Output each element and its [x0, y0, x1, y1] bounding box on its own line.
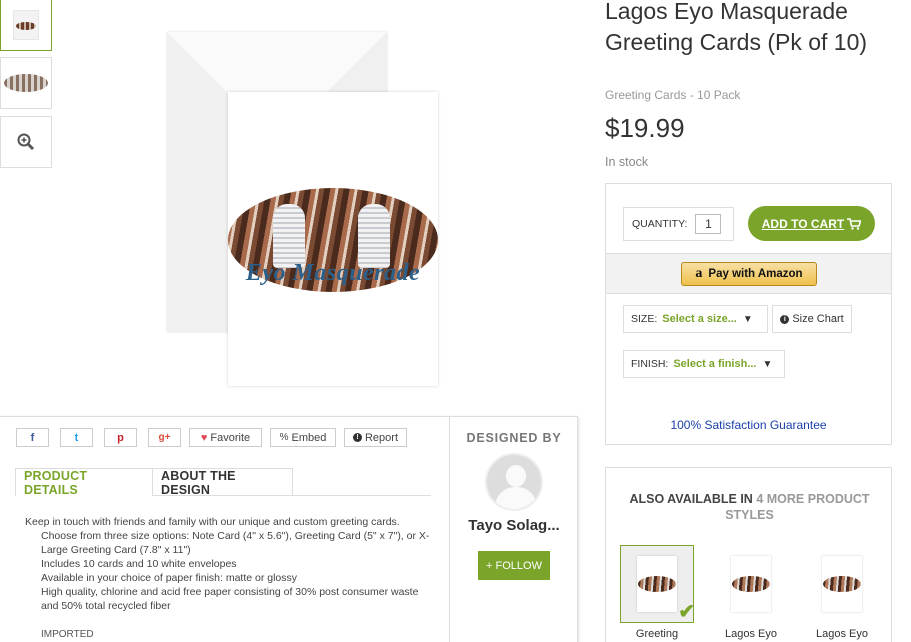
thumbnail-oval-image — [4, 74, 48, 92]
style-label[interactable]: Lagos Eyo — [797, 628, 887, 640]
favorite-button[interactable]: ♥ Favorite — [189, 428, 262, 447]
style-label[interactable]: Greeting — [612, 628, 702, 640]
description-bullet: Available in your choice of paper finish… — [41, 572, 298, 584]
report-button[interactable]: ! Report — [344, 428, 407, 447]
description-bullet: High quality, chlorine and acid free pap… — [41, 586, 419, 612]
also-available-title: ALSO AVAILABLE IN 4 MORE PRODUCT STYLES — [616, 491, 883, 523]
google-plus-icon: g+ — [158, 432, 171, 443]
imported-label: IMPORTED — [41, 629, 94, 640]
tab-about-design[interactable]: ABOUT THE DESIGN — [152, 468, 293, 497]
size-chart-label: Size Chart — [792, 313, 844, 325]
checkmark-icon: ✔ — [678, 601, 695, 623]
amazon-pay-strip: a Pay with Amazon — [606, 253, 891, 294]
style-option-3[interactable] — [805, 545, 879, 623]
info-icon: i — [780, 314, 790, 324]
facebook-icon: f — [30, 431, 35, 444]
buy-box: QUANTITY: 1 ADD TO CART a Pay with Amazo… — [605, 183, 892, 445]
size-label: SIZE: — [631, 313, 658, 325]
product-description: Keep in touch with friends and family wi… — [25, 515, 435, 613]
product-main-image[interactable]: Eyo Masquerade — [228, 92, 438, 386]
amazon-logo-icon: a — [695, 266, 703, 281]
embed-label: Embed — [291, 431, 327, 444]
twitter-icon: t — [74, 431, 79, 444]
thumbnail-oval[interactable] — [0, 57, 52, 109]
product-subtitle: Greeting Cards - 10 Pack — [605, 88, 741, 102]
embed-button[interactable]: % Embed — [270, 428, 336, 447]
heart-icon: ♥ — [200, 431, 208, 444]
add-to-cart-label: ADD TO CART — [761, 216, 845, 231]
style-label[interactable]: Lagos Eyo — [706, 628, 796, 640]
satisfaction-guarantee-link[interactable]: 100% Satisfaction Guarantee — [606, 418, 891, 432]
style-option-greeting[interactable]: ✔ — [620, 545, 695, 623]
cart-icon — [847, 217, 862, 230]
pinterest-icon: p — [117, 431, 124, 444]
card-artwork-text: Eyo Masquerade — [245, 260, 421, 286]
avatar[interactable] — [485, 453, 543, 511]
size-select[interactable]: SIZE: Select a size... ▼ — [623, 305, 768, 333]
finish-label: FINISH: — [631, 358, 669, 370]
finish-select[interactable]: FINISH: Select a finish... ▼ — [623, 350, 785, 378]
add-to-cart-button[interactable]: ADD TO CART — [748, 206, 875, 241]
zoom-button[interactable] — [0, 116, 52, 168]
thumbnail-front[interactable] — [0, 0, 52, 51]
thumbnail-card-image — [13, 10, 39, 40]
description-bullet: Includes 10 cards and 10 white envelopes — [41, 558, 237, 570]
favorite-label: Favorite — [210, 431, 251, 444]
chevron-down-icon: ▼ — [742, 313, 753, 325]
quantity-input[interactable]: 1 — [695, 214, 722, 234]
tab-product-details[interactable]: PRODUCT DETAILS — [15, 468, 153, 497]
quantity-control: QUANTITY: 1 — [623, 207, 734, 241]
alert-icon: ! — [352, 433, 362, 442]
also-available-prefix: ALSO AVAILABLE IN — [629, 492, 753, 506]
details-panel: f t p g+ ♥ Favorite % Embed ! Report PRO… — [0, 416, 578, 642]
designer-box: DESIGNED BY Tayo Solag... + FOLLOW — [449, 417, 577, 642]
quantity-label: QUANTITY: — [632, 218, 688, 230]
size-chart-button[interactable]: i Size Chart — [772, 305, 852, 333]
pinterest-share-button[interactable]: p — [104, 428, 137, 447]
size-value: Select a size... — [662, 313, 737, 325]
facebook-share-button[interactable]: f — [16, 428, 49, 447]
finish-value: Select a finish... — [673, 358, 757, 370]
also-available-panel: ALSO AVAILABLE IN 4 MORE PRODUCT STYLES … — [605, 467, 892, 642]
description-intro: Keep in touch with friends and family wi… — [25, 516, 400, 528]
pay-with-amazon-button[interactable]: a Pay with Amazon — [681, 262, 817, 286]
chevron-down-icon: ▼ — [762, 358, 773, 370]
zoom-in-icon — [17, 133, 35, 151]
description-bullet: Choose from three size options: Note Car… — [41, 530, 430, 556]
designer-name[interactable]: Tayo Solag... — [450, 517, 578, 534]
designed-by-heading: DESIGNED BY — [466, 431, 562, 445]
product-price: $19.99 — [605, 113, 685, 143]
report-label: Report — [364, 431, 399, 444]
product-tabs: PRODUCT DETAILS ABOUT THE DESIGN — [15, 468, 431, 497]
google-plus-share-button[interactable]: g+ — [148, 428, 181, 447]
style-option-2[interactable] — [714, 545, 788, 623]
stock-status: In stock — [605, 155, 649, 169]
product-title: Lagos Eyo Masquerade Greeting Cards (Pk … — [605, 0, 868, 55]
twitter-share-button[interactable]: t — [60, 428, 93, 447]
link-icon: % — [279, 432, 289, 443]
follow-button[interactable]: + FOLLOW — [478, 551, 550, 580]
amazon-button-label: Pay with Amazon — [708, 268, 803, 280]
